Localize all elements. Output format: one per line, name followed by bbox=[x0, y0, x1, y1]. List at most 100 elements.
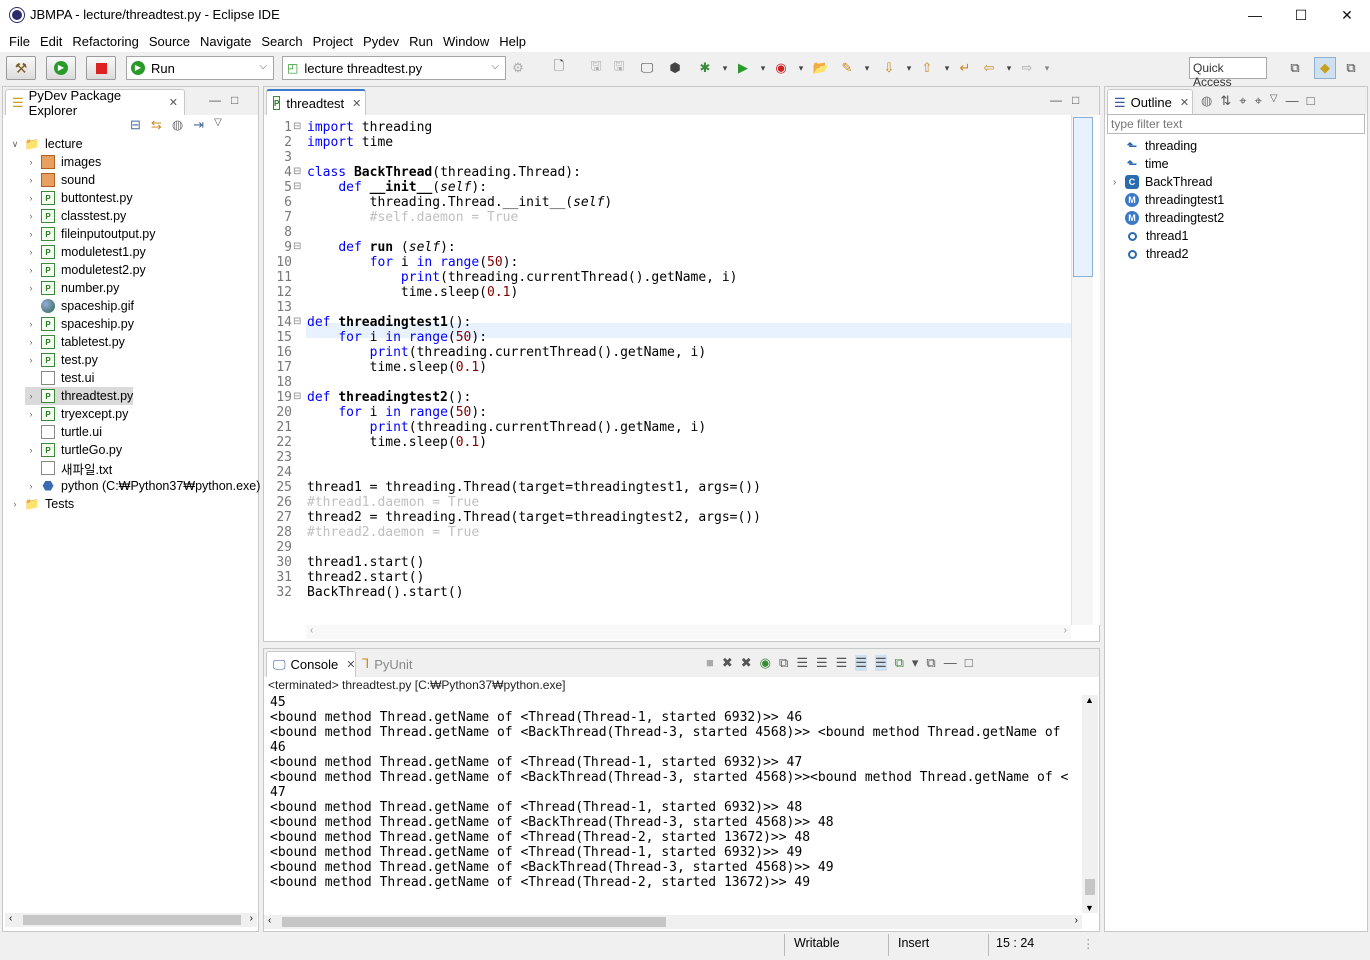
explorer-item[interactable]: › Pmoduletest2.py bbox=[25, 261, 146, 279]
display-console-icon[interactable]: ⧉ bbox=[779, 655, 788, 671]
chevron-right-icon[interactable]: › bbox=[25, 229, 37, 239]
close-icon[interactable]: ✕ bbox=[352, 97, 361, 110]
run-icon[interactable]: ▶ bbox=[732, 57, 754, 79]
explorer-item[interactable]: › Ptabletest.py bbox=[25, 333, 125, 351]
run-green-button[interactable]: ▶ bbox=[46, 56, 76, 80]
scrollbar-thumb[interactable] bbox=[1073, 117, 1093, 277]
chevron-right-icon[interactable]: › bbox=[25, 157, 37, 167]
project-tests[interactable]: › 📁 Tests bbox=[9, 495, 75, 513]
minimize-icon[interactable]: — bbox=[944, 655, 957, 671]
coverage-icon[interactable]: ◉ bbox=[770, 57, 792, 79]
explorer-item[interactable]: › Pbuttontest.py bbox=[25, 189, 133, 207]
chevron-right-icon[interactable]: › bbox=[25, 283, 37, 293]
pydev-perspective-icon[interactable]: ◆ bbox=[1314, 57, 1336, 79]
outline-item[interactable]: thread2 bbox=[1125, 245, 1188, 263]
console-horizontal-scrollbar[interactable]: ‹ › bbox=[264, 915, 1082, 929]
chevron-right-icon[interactable]: › bbox=[25, 211, 37, 221]
minimize-icon[interactable]: — bbox=[1050, 93, 1062, 107]
chevron-down-icon[interactable]: ▾ bbox=[790, 57, 812, 79]
stop-red-button[interactable] bbox=[86, 56, 116, 80]
explorer-item[interactable]: › sound bbox=[25, 171, 95, 189]
console-vertical-scrollbar[interactable]: ▲ ▼ bbox=[1082, 695, 1098, 913]
fold-toggle-icon[interactable]: ⊟ bbox=[293, 391, 301, 402]
new-file-icon[interactable]: 🗋 bbox=[548, 57, 570, 79]
remove-launch-icon[interactable]: ✖ bbox=[722, 655, 733, 671]
prev-annotation-icon[interactable]: ⇧ bbox=[916, 57, 938, 79]
minimize-button[interactable]: — bbox=[1232, 0, 1278, 30]
tab-pyunit[interactable]: ⅂ PyUnit bbox=[362, 656, 413, 672]
chevron-right-icon[interactable]: › bbox=[25, 481, 37, 491]
explorer-item[interactable]: test.ui bbox=[25, 369, 94, 387]
launch-config-combo[interactable]: ◰ lecture threadtest.py ⌵ bbox=[282, 56, 506, 80]
terminal-icon[interactable]: 🖵 bbox=[636, 57, 658, 79]
outline-item[interactable]: ⬑ threading bbox=[1125, 137, 1197, 155]
view-menu-icon[interactable]: ▽ bbox=[214, 117, 222, 133]
outline-item[interactable]: thread1 bbox=[1125, 227, 1188, 245]
show-stdout-icon[interactable]: ☰ bbox=[855, 655, 867, 671]
scroll-lock-icon[interactable]: ☰ bbox=[816, 655, 828, 671]
java-perspective-icon[interactable]: ⧉ bbox=[1340, 57, 1362, 79]
fold-toggle-icon[interactable]: ⊟ bbox=[293, 121, 301, 132]
chevron-right-icon[interactable]: › bbox=[9, 499, 21, 509]
terminate-icon[interactable]: ■ bbox=[706, 655, 714, 671]
tab-outline[interactable]: ☰ Outline ✕ bbox=[1107, 89, 1193, 115]
chevron-down-icon[interactable]: ∨ bbox=[9, 139, 21, 150]
explorer-item[interactable]: › Pmoduletest1.py bbox=[25, 243, 146, 261]
clear-console-icon[interactable]: ☰ bbox=[796, 655, 808, 671]
build-hammer-button[interactable]: ⚒ bbox=[6, 56, 36, 80]
close-icon[interactable]: ✕ bbox=[169, 96, 178, 109]
sort-icon[interactable]: ⇅ bbox=[1220, 93, 1231, 109]
last-edit-icon[interactable]: ↵ bbox=[954, 57, 976, 79]
new-console-icon[interactable]: ⧉ bbox=[926, 655, 935, 671]
chevron-right-icon[interactable]: › bbox=[1113, 177, 1116, 188]
editor-vertical-scrollbar[interactable] bbox=[1071, 115, 1093, 625]
menu-window[interactable]: Window bbox=[438, 34, 494, 49]
collapse-icon[interactable]: ⌖ bbox=[1239, 93, 1246, 109]
outline-item[interactable]: › C BackThread bbox=[1113, 173, 1212, 191]
chevron-right-icon[interactable]: › bbox=[25, 265, 37, 275]
chevron-right-icon[interactable]: › bbox=[25, 355, 37, 365]
explorer-item[interactable]: › Ptest.py bbox=[25, 351, 98, 369]
explorer-item[interactable]: › Pspaceship.py bbox=[25, 315, 134, 333]
outline-filter-input[interactable] bbox=[1107, 114, 1365, 134]
open-perspective-icon[interactable]: ⧉ bbox=[1284, 57, 1306, 79]
explorer-horizontal-scrollbar[interactable]: ‹ › bbox=[5, 913, 257, 927]
chevron-down-icon[interactable]: ▾ bbox=[1036, 57, 1058, 79]
settings-gear-icon[interactable]: ⚙ bbox=[507, 57, 529, 79]
menu-search[interactable]: Search bbox=[256, 34, 307, 49]
open-console-icon[interactable]: ⧉ bbox=[895, 655, 904, 671]
explorer-item[interactable]: 새파일.txt bbox=[25, 459, 112, 477]
menu-project[interactable]: Project bbox=[308, 34, 358, 49]
save-icon[interactable]: 🖫 bbox=[585, 57, 607, 79]
menu-pydev[interactable]: Pydev bbox=[358, 34, 404, 49]
run-mode-combo[interactable]: ▶ Run ⌵ bbox=[126, 56, 274, 80]
menu-file[interactable]: File bbox=[4, 34, 35, 49]
explorer-item[interactable]: › Pnumber.py bbox=[25, 279, 119, 297]
debug-bug-icon[interactable]: ✱ bbox=[694, 57, 716, 79]
outline-item[interactable]: Mthreadingtest1 bbox=[1125, 191, 1224, 209]
editor-horizontal-scrollbar[interactable]: ‹ › bbox=[306, 625, 1071, 639]
focus-icon[interactable]: ⇥ bbox=[193, 117, 204, 133]
tab-threadtest[interactable]: P threadtest ✕ bbox=[266, 89, 366, 115]
minimize-icon[interactable]: — bbox=[209, 93, 221, 107]
brush-icon[interactable]: ✎ bbox=[836, 57, 858, 79]
chevron-right-icon[interactable]: › bbox=[25, 175, 37, 185]
tab-package-explorer[interactable]: ☰ PyDev Package Explorer ✕ bbox=[5, 88, 185, 118]
fold-toggle-icon[interactable]: ⊟ bbox=[293, 316, 301, 327]
forward-arrow-icon[interactable]: ⇨ bbox=[1016, 57, 1038, 79]
show-stderr-icon[interactable]: ☰ bbox=[874, 655, 887, 671]
menu-source[interactable]: Source bbox=[144, 34, 195, 49]
chevron-right-icon[interactable]: › bbox=[25, 337, 37, 347]
maximize-button[interactable]: ☐ bbox=[1278, 0, 1324, 30]
collapse-all-icon[interactable]: ⊟ bbox=[130, 117, 141, 133]
explorer-item[interactable]: › Pfileinputoutput.py bbox=[25, 225, 156, 243]
link-editor-icon[interactable]: ⇆ bbox=[151, 117, 162, 133]
menu-refactoring[interactable]: Refactoring bbox=[67, 34, 143, 49]
back-arrow-icon[interactable]: ⇦ bbox=[978, 57, 1000, 79]
outline-item[interactable]: ⬑ time bbox=[1125, 155, 1169, 173]
project-lecture[interactable]: ∨ 📁 lecture bbox=[9, 135, 83, 153]
scrollbar-thumb[interactable] bbox=[23, 915, 241, 925]
chevron-down-icon[interactable]: ▾ bbox=[856, 57, 878, 79]
save-all-icon[interactable]: 🖫 bbox=[608, 57, 630, 79]
chevron-right-icon[interactable]: › bbox=[25, 193, 37, 203]
